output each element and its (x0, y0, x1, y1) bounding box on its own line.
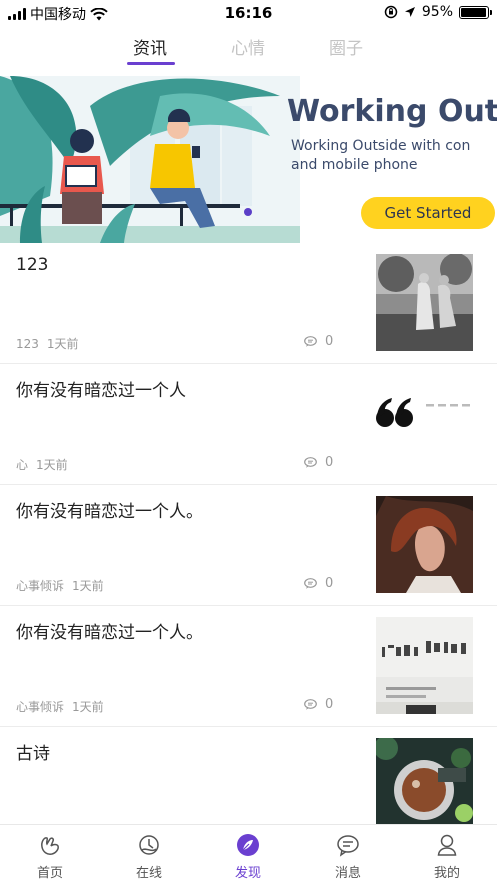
nav-profile[interactable]: 我的 (397, 825, 497, 883)
battery-percent: 95% (421, 4, 453, 20)
feed-item-category: 123 (16, 337, 39, 351)
feed-item-comment-count: 0 (325, 455, 334, 470)
nav-messages-label: 消息 (334, 866, 361, 881)
feed-item-comments: 0 (304, 576, 333, 591)
feed-item-meta: 心事倾诉 1天前 (16, 698, 104, 715)
get-started-button[interactable]: Get Started (361, 197, 495, 229)
feed-item-title: 123 (16, 255, 49, 275)
status-bar: 中国移动 16:16 95% (0, 0, 497, 26)
feed-item-comment-count: 0 (325, 576, 334, 591)
nav-online[interactable]: 在线 (99, 825, 199, 883)
banner-title: Working Outs (287, 94, 497, 129)
feed-item-category: 心 (16, 458, 29, 472)
feed-item[interactable]: 你有没有暗恋过一个人。 心事倾诉 1天前 0 (0, 485, 497, 606)
battery-icon (459, 5, 492, 19)
message-icon (337, 835, 359, 857)
comment-icon (304, 336, 317, 347)
online-icon (139, 835, 159, 855)
feed-item-meta: 123 1天前 (16, 335, 79, 352)
feed-item-time: 1天前 (72, 700, 104, 714)
feed-item-title: 古诗 (16, 744, 50, 764)
nav-home-label: 首页 (36, 866, 63, 881)
bottom-nav: 首页 在线 发现 消息 我的 (0, 824, 497, 883)
feed-item-time: 1天前 (36, 458, 68, 472)
tab-mood[interactable]: 心情 (231, 34, 265, 59)
feed-item-time: 1天前 (46, 337, 79, 351)
top-tabs: 资讯 心情 圈子 (0, 30, 497, 70)
feed-item-comment-count: 0 (325, 697, 334, 712)
feed-item-category: 心事倾诉 (16, 579, 65, 593)
location-icon (404, 7, 415, 17)
banner-illustration (0, 76, 300, 243)
orientation-lock-icon (384, 5, 398, 19)
feed-item-comment-count: 0 (325, 334, 334, 349)
discover-icon (237, 834, 259, 856)
feed-item-thumbnail (376, 496, 473, 593)
feed-item-meta: 心事倾诉 1天前 (16, 577, 104, 594)
nav-online-label: 在线 (135, 866, 162, 881)
nav-discover-label: 发现 (234, 866, 261, 881)
tab-active-indicator (127, 62, 175, 65)
feed-item-title: 你有没有暗恋过一个人。 (16, 502, 203, 522)
status-right: 95% (384, 4, 492, 20)
profile-icon (437, 834, 457, 856)
tab-news[interactable]: 资讯 (133, 34, 167, 59)
feed-item[interactable]: 123 123 1天前 0 (0, 243, 497, 364)
feed-item-thumbnail (376, 617, 473, 714)
feed-item-title: 你有没有暗恋过一个人 (16, 381, 186, 401)
feed-item[interactable]: 你有没有暗恋过一个人。 心事倾诉 1天前 0 (0, 606, 497, 727)
feed-item-thumbnail (376, 738, 473, 835)
promo-banner[interactable]: Working Outs Working Outside with con an… (0, 76, 497, 243)
feed-item-meta: 心 1天前 (16, 456, 68, 473)
comment-icon (304, 578, 317, 589)
feed-item-time: 1天前 (72, 579, 104, 593)
nav-discover[interactable]: 发现 (198, 825, 298, 883)
feed-item-comments: 0 (304, 334, 333, 349)
comment-icon (304, 699, 317, 710)
feed-item-thumbnail (376, 375, 473, 472)
banner-subtitle: Working Outside with con and mobile phon… (291, 138, 471, 173)
home-icon (41, 837, 59, 855)
comment-icon (304, 457, 317, 468)
feed-item[interactable]: 你有没有暗恋过一个人 心 1天前 0 (0, 364, 497, 485)
feed-item-thumbnail (376, 254, 473, 351)
feed-item-comments: 0 (304, 697, 333, 712)
feed-item-comments: 0 (304, 455, 333, 470)
feed-item-category: 心事倾诉 (16, 700, 65, 714)
nav-messages[interactable]: 消息 (298, 825, 398, 883)
nav-profile-label: 我的 (433, 866, 460, 881)
feed-item-title: 你有没有暗恋过一个人。 (16, 623, 203, 643)
nav-home[interactable]: 首页 (0, 825, 100, 883)
tab-circle[interactable]: 圈子 (329, 34, 363, 59)
